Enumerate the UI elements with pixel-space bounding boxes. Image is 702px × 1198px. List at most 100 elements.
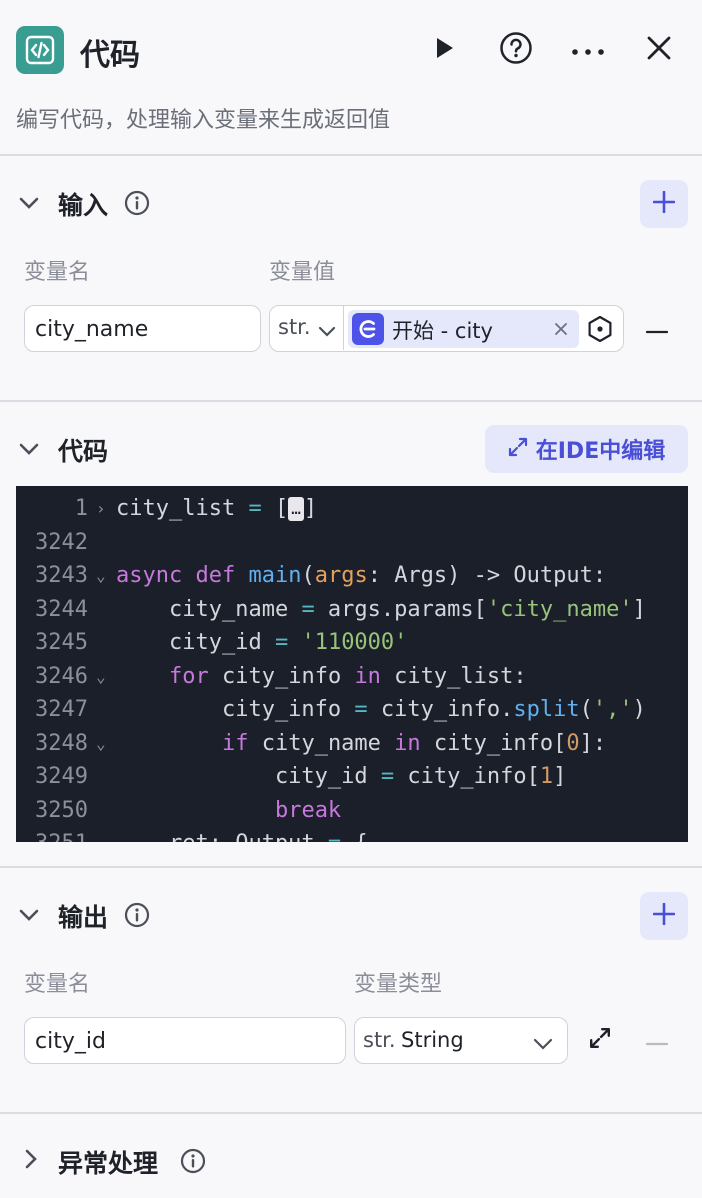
expand-output-button[interactable] xyxy=(586,1026,614,1054)
divider xyxy=(0,400,702,402)
line-number: 3248 xyxy=(35,730,88,756)
edit-in-ide-label: 在IDE中编辑 xyxy=(535,439,666,464)
line-number: 3245 xyxy=(35,630,88,655)
output-section-title: 输出 xyxy=(58,903,109,932)
input-type-value: str. xyxy=(278,315,311,339)
code-line: 3246 ⌄ for city_info in city_list: xyxy=(16,660,688,693)
error-handling-title: 异常处理 xyxy=(58,1149,159,1178)
chevron-down-icon xyxy=(19,440,39,459)
code-text: city_list = […] xyxy=(116,496,318,521)
output-variable-name-field[interactable]: city_id xyxy=(24,1017,346,1064)
code-line: 3247 city_info = city_info.split(',') xyxy=(16,693,688,726)
chevron-right-icon[interactable]: › xyxy=(96,492,106,525)
variable-picker-icon[interactable] xyxy=(586,315,614,347)
input-col-value-label: 变量值 xyxy=(269,260,336,285)
code-text: break xyxy=(274,797,342,823)
code-line: 3249 city_id = city_info[1] xyxy=(16,760,688,793)
help-icon xyxy=(499,31,533,69)
divider xyxy=(0,1112,702,1114)
code-text: ret: Output = { xyxy=(116,827,368,842)
expand-icon xyxy=(508,437,528,461)
start-node-icon xyxy=(352,313,384,345)
output-type-prefix: str. xyxy=(363,1028,396,1052)
info-icon[interactable] xyxy=(180,1148,206,1174)
add-output-button[interactable] xyxy=(640,892,688,940)
edit-in-ide-button[interactable]: 在IDE中编辑 xyxy=(485,425,688,473)
output-variable-name-value: city_id xyxy=(35,1029,106,1054)
code-line: 3250 break xyxy=(16,794,688,827)
code-text: city_name = args.params['city_name'] xyxy=(116,596,646,622)
output-col-type-label: 变量类型 xyxy=(354,972,443,997)
node-description: 编写代码，处理输入变量来生成返回值 xyxy=(16,108,391,133)
plus-icon xyxy=(652,190,676,217)
input-section-title: 输入 xyxy=(58,191,109,220)
variable-reference-tag[interactable]: 开始 - city xyxy=(348,310,579,348)
code-text: for city_info in city_list: xyxy=(168,663,527,689)
code-line: 3242 xyxy=(16,526,688,559)
more-button[interactable] xyxy=(569,31,607,69)
code-line: 3243 ⌄ async def main(args: Args) -> Outpu… xyxy=(16,559,688,592)
chevron-down-icon[interactable]: ⌄ xyxy=(96,660,106,693)
divider xyxy=(0,866,702,868)
code-text: city_id = city_info[1] xyxy=(116,764,567,789)
close-icon[interactable] xyxy=(554,321,568,340)
code-section-title: 代码 xyxy=(58,437,109,466)
node-title: 代码 xyxy=(80,38,140,73)
input-col-name-label: 变量名 xyxy=(24,260,91,285)
plus-icon xyxy=(652,902,676,929)
line-number: 3249 xyxy=(35,764,88,789)
code-text: city_id = '110000' xyxy=(116,630,408,655)
line-number: 3242 xyxy=(35,529,88,555)
info-icon[interactable] xyxy=(124,902,150,928)
code-line: 1 › city_list = […] xyxy=(16,492,688,525)
output-type-select[interactable]: str. String xyxy=(354,1017,568,1064)
run-button[interactable] xyxy=(425,31,463,69)
remove-input-button[interactable] xyxy=(645,316,669,340)
chevron-down-icon xyxy=(318,322,336,341)
chevron-down-icon xyxy=(19,194,39,213)
close-icon xyxy=(647,36,671,64)
code-text: city_info = city_info.split(',') xyxy=(116,697,646,722)
chevron-right-icon xyxy=(25,1149,37,1173)
code-editor[interactable]: 1 › city_list = […] 3242 3243 ⌄ async def main… xyxy=(16,486,688,842)
minus-icon xyxy=(645,319,669,338)
code-line: 3245 city_id = '110000' xyxy=(16,626,688,659)
variable-reference-label: 开始 - city xyxy=(392,319,493,343)
code-collapse-toggle[interactable] xyxy=(16,436,42,462)
code-line: 3244 city_name = args.params['city_name'… xyxy=(16,593,688,626)
chevron-down-icon xyxy=(533,1035,553,1054)
close-button[interactable] xyxy=(640,31,678,69)
help-button[interactable] xyxy=(497,31,535,69)
code-node-icon xyxy=(16,26,64,74)
input-type-select[interactable]: str. xyxy=(270,306,344,350)
more-icon xyxy=(571,41,605,60)
line-number: 3246 xyxy=(35,663,88,689)
info-icon[interactable] xyxy=(124,190,150,216)
output-collapse-toggle[interactable] xyxy=(16,902,42,928)
input-collapse-toggle[interactable] xyxy=(16,190,42,216)
divider xyxy=(0,154,702,156)
add-input-button[interactable] xyxy=(640,180,688,228)
code-line: 3248 ⌄ if city_name in city_info[0]: xyxy=(16,727,688,760)
chevron-down-icon xyxy=(19,906,39,925)
minus-icon xyxy=(645,1031,669,1050)
line-number: 3243 xyxy=(35,563,88,588)
code-text: if city_name in city_info[0]: xyxy=(221,730,607,756)
error-handling-expand-toggle[interactable] xyxy=(18,1148,44,1174)
input-variable-name-field[interactable]: city_name xyxy=(24,305,261,352)
line-number: 1 xyxy=(74,496,88,521)
line-number: 3247 xyxy=(35,697,88,722)
output-type-value: String xyxy=(401,1028,464,1052)
line-number: 3250 xyxy=(35,797,88,823)
output-col-name-label: 变量名 xyxy=(24,972,91,997)
chevron-down-icon[interactable]: ⌄ xyxy=(96,827,106,842)
input-variable-name-value: city_name xyxy=(35,317,149,342)
remove-output-button xyxy=(645,1028,669,1052)
chevron-down-icon[interactable]: ⌄ xyxy=(96,727,106,760)
code-line: 3251 ⌄ ret: Output = { xyxy=(16,827,688,842)
chevron-down-icon[interactable]: ⌄ xyxy=(96,559,106,592)
code-text: async def main(args: Args) -> Output: xyxy=(116,563,607,588)
input-variable-value-field: str. 开始 - city xyxy=(269,305,624,352)
line-number: 3244 xyxy=(35,596,88,622)
expand-icon xyxy=(589,1027,611,1053)
